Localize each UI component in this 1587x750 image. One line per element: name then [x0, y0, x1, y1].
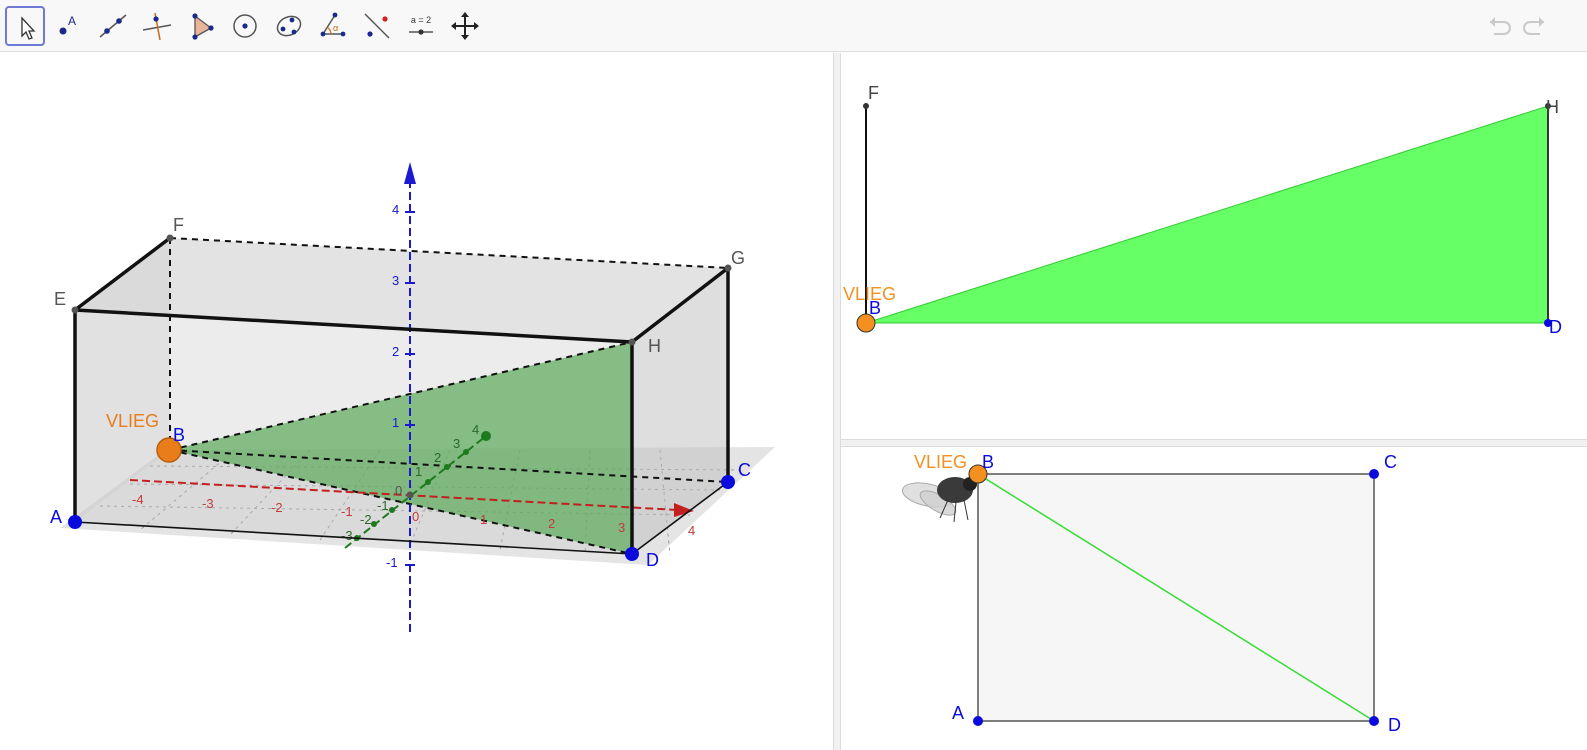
- point-c[interactable]: [721, 475, 735, 489]
- y-tick-label: -3: [341, 528, 353, 543]
- geogebra-app: A α a = 2 4 3 2 1 -1 -4 -3 -2 -1 1 2 3 4…: [0, 0, 1587, 750]
- label-e: E: [54, 289, 66, 309]
- move-arrows-icon: [451, 12, 479, 40]
- x-tick-label: 4: [688, 523, 695, 538]
- y-tick-label: 1: [415, 464, 422, 479]
- label-h: H: [1546, 97, 1559, 117]
- label-f: F: [868, 83, 879, 103]
- polygon-icon: [192, 13, 214, 40]
- label-b: B: [982, 452, 994, 472]
- origin-label-x: 0: [412, 509, 419, 524]
- graphics-2d-view-side[interactable]: F B H D VLIEG: [841, 53, 1587, 439]
- fly-image: [901, 477, 977, 523]
- redo-icon: [1523, 17, 1544, 35]
- graphics-2d-top-canvas: A B C D VLIEG: [901, 452, 1401, 735]
- label-h: H: [648, 336, 661, 356]
- label-f: F: [173, 215, 184, 235]
- y-tick-label: -2: [360, 512, 372, 527]
- graphics-3d-view[interactable]: 4 3 2 1 -1 -4 -3 -2 -1 1 2 3 4 -3 -2 -1 …: [0, 53, 833, 750]
- graphics-3d-canvas: 4 3 2 1 -1 -4 -3 -2 -1 1 2 3 4 -3 -2 -1 …: [50, 162, 775, 636]
- z-tick-label: 1: [392, 415, 399, 430]
- z-axis-arrow: [404, 162, 416, 184]
- svg-text:a = 2: a = 2: [411, 15, 431, 25]
- x-tick-label: -1: [341, 504, 353, 519]
- x-tick-label: 1: [480, 512, 487, 527]
- x-tick-label: -3: [202, 496, 214, 511]
- conic-tool[interactable]: [269, 6, 309, 46]
- ellipse-icon: [276, 15, 302, 37]
- label-d: D: [1549, 317, 1562, 337]
- label-vlieg: VLIEG: [106, 411, 159, 431]
- perpendicular-line-tool[interactable]: [137, 6, 177, 46]
- angle-icon: α: [320, 12, 346, 37]
- line-tool[interactable]: [93, 6, 133, 46]
- undo-button[interactable]: [1482, 10, 1514, 42]
- circle-with-center-icon: [233, 14, 257, 38]
- line-icon: [99, 14, 127, 38]
- label-a: A: [952, 703, 964, 723]
- point-a[interactable]: [68, 515, 82, 529]
- point-e[interactable]: [71, 306, 79, 314]
- graphics-2d-view-top[interactable]: A B C D VLIEG: [841, 447, 1587, 750]
- svg-text:α: α: [333, 23, 338, 33]
- undo-icon: [1490, 17, 1511, 35]
- z-tick-label: 4: [392, 202, 399, 217]
- y-tick-label: 3: [453, 436, 460, 451]
- polygon-tool[interactable]: [181, 6, 221, 46]
- point-c[interactable]: [1369, 469, 1379, 479]
- label-c: C: [738, 460, 751, 480]
- z-tick-label: 3: [392, 273, 399, 288]
- label-a: A: [50, 507, 62, 527]
- point-h[interactable]: [628, 338, 636, 346]
- perpendicular-line-icon: [142, 12, 172, 41]
- slider-icon: a = 2: [409, 15, 433, 35]
- point-f[interactable]: [863, 103, 869, 109]
- graphics-2d-side-canvas: F B H D VLIEG: [843, 83, 1562, 337]
- slider-tool[interactable]: a = 2: [401, 6, 441, 46]
- horizontal-splitter[interactable]: [841, 439, 1587, 447]
- arrow-cursor-icon: [21, 16, 36, 40]
- y-tick-label: 2: [434, 450, 441, 465]
- point-d[interactable]: [1369, 716, 1379, 726]
- move-tool[interactable]: [5, 6, 45, 46]
- point-d[interactable]: [625, 547, 639, 561]
- triangle-bdh: [865, 105, 1549, 324]
- vertical-splitter[interactable]: [833, 53, 841, 750]
- point-icon: A: [59, 14, 76, 35]
- label-b: B: [173, 425, 185, 445]
- x-tick-label: 3: [618, 520, 625, 535]
- angle-tool[interactable]: α: [313, 6, 353, 46]
- label-vlieg: VLIEG: [843, 284, 896, 304]
- toolbar: A α a = 2: [0, 0, 1587, 52]
- label-d: D: [646, 550, 659, 570]
- x-tick-label: -2: [271, 500, 283, 515]
- y-tick-label: -1: [377, 498, 389, 513]
- reflect-icon: [364, 13, 390, 39]
- label-vlieg: VLIEG: [914, 452, 967, 472]
- label-c: C: [1384, 452, 1397, 472]
- origin-label: 0: [395, 483, 402, 498]
- move-graphics-tool[interactable]: [445, 6, 485, 46]
- point-a[interactable]: [973, 716, 983, 726]
- label-d: D: [1388, 715, 1401, 735]
- point-f[interactable]: [166, 234, 174, 242]
- circle-tool[interactable]: [225, 6, 265, 46]
- label-g: G: [731, 248, 745, 268]
- origin-point: [406, 491, 414, 499]
- svg-text:A: A: [68, 14, 76, 28]
- redo-button[interactable]: [1520, 10, 1552, 42]
- z-tick-label: -1: [386, 555, 398, 570]
- point-tool[interactable]: A: [49, 6, 89, 46]
- x-tick-label: 2: [548, 516, 555, 531]
- x-tick-label: -4: [132, 492, 144, 507]
- z-tick-label: 2: [392, 344, 399, 359]
- reflect-tool[interactable]: [357, 6, 397, 46]
- y-tick-label: 4: [472, 422, 479, 437]
